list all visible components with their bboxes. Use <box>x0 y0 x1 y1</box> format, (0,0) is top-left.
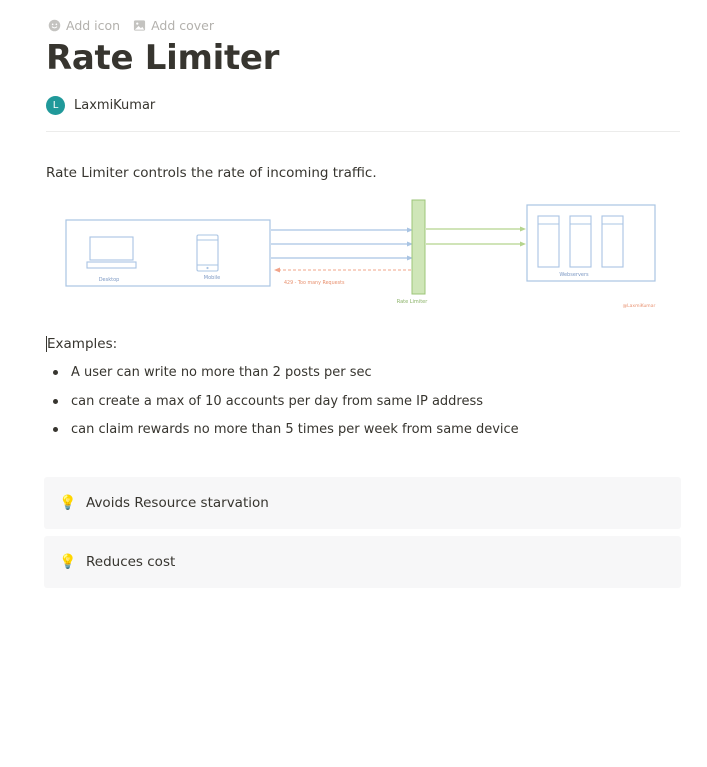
mobile-label: Mobile <box>204 275 220 281</box>
author-row: L LaxmiKumar <box>46 96 155 115</box>
signature-label: @LaxmiKumar <box>623 303 656 309</box>
desktop-label: Desktop <box>99 277 120 283</box>
examples-list: A user can write no more than 2 posts pe… <box>52 364 519 450</box>
rejected-arrows <box>274 267 412 273</box>
list-item[interactable]: can claim rewards no more than 5 times p… <box>52 421 519 450</box>
examples-heading[interactable]: Examples: <box>46 336 117 352</box>
server-icons <box>537 215 624 268</box>
request-arrows <box>271 227 413 261</box>
header-divider <box>46 131 680 132</box>
page-top-actions: Add icon Add cover <box>48 18 214 33</box>
lightbulb-icon: 💡 <box>59 554 77 570</box>
rate-limiter-box <box>411 199 426 295</box>
intro-paragraph[interactable]: Rate Limiter controls the rate of incomi… <box>46 165 377 181</box>
page-title[interactable]: Rate Limiter <box>46 38 279 78</box>
reject-label: 429 - Too many Requests <box>284 280 345 286</box>
smiley-icon <box>48 19 61 32</box>
author-name[interactable]: LaxmiKumar <box>74 98 155 113</box>
image-icon <box>134 20 146 31</box>
callout-block[interactable]: 💡 Avoids Resource starvation <box>44 477 681 529</box>
add-cover-button[interactable]: Add cover <box>133 18 214 33</box>
webservers-label: Webservers <box>559 272 589 278</box>
add-cover-label: Add cover <box>151 18 215 33</box>
phone-icon <box>196 234 219 272</box>
allowed-arrows <box>426 226 526 247</box>
add-icon-button[interactable]: Add icon <box>48 18 120 33</box>
callout-text[interactable]: Reduces cost <box>86 554 175 570</box>
add-icon-label: Add icon <box>66 18 121 33</box>
laptop-icon <box>86 236 137 269</box>
clients-box <box>65 219 271 287</box>
lightbulb-icon: 💡 <box>59 495 77 511</box>
limiter-label: Rate Limiter <box>397 299 429 305</box>
avatar: L <box>46 96 65 115</box>
list-item[interactable]: can create a max of 10 accounts per day … <box>52 393 519 422</box>
rate-limiter-diagram[interactable]: Desktop Mobile 429 - Too many Requests R… <box>46 192 666 314</box>
callout-text[interactable]: Avoids Resource starvation <box>86 495 269 511</box>
callout-block[interactable]: 💡 Reduces cost <box>44 536 681 588</box>
list-item[interactable]: A user can write no more than 2 posts pe… <box>52 364 519 393</box>
